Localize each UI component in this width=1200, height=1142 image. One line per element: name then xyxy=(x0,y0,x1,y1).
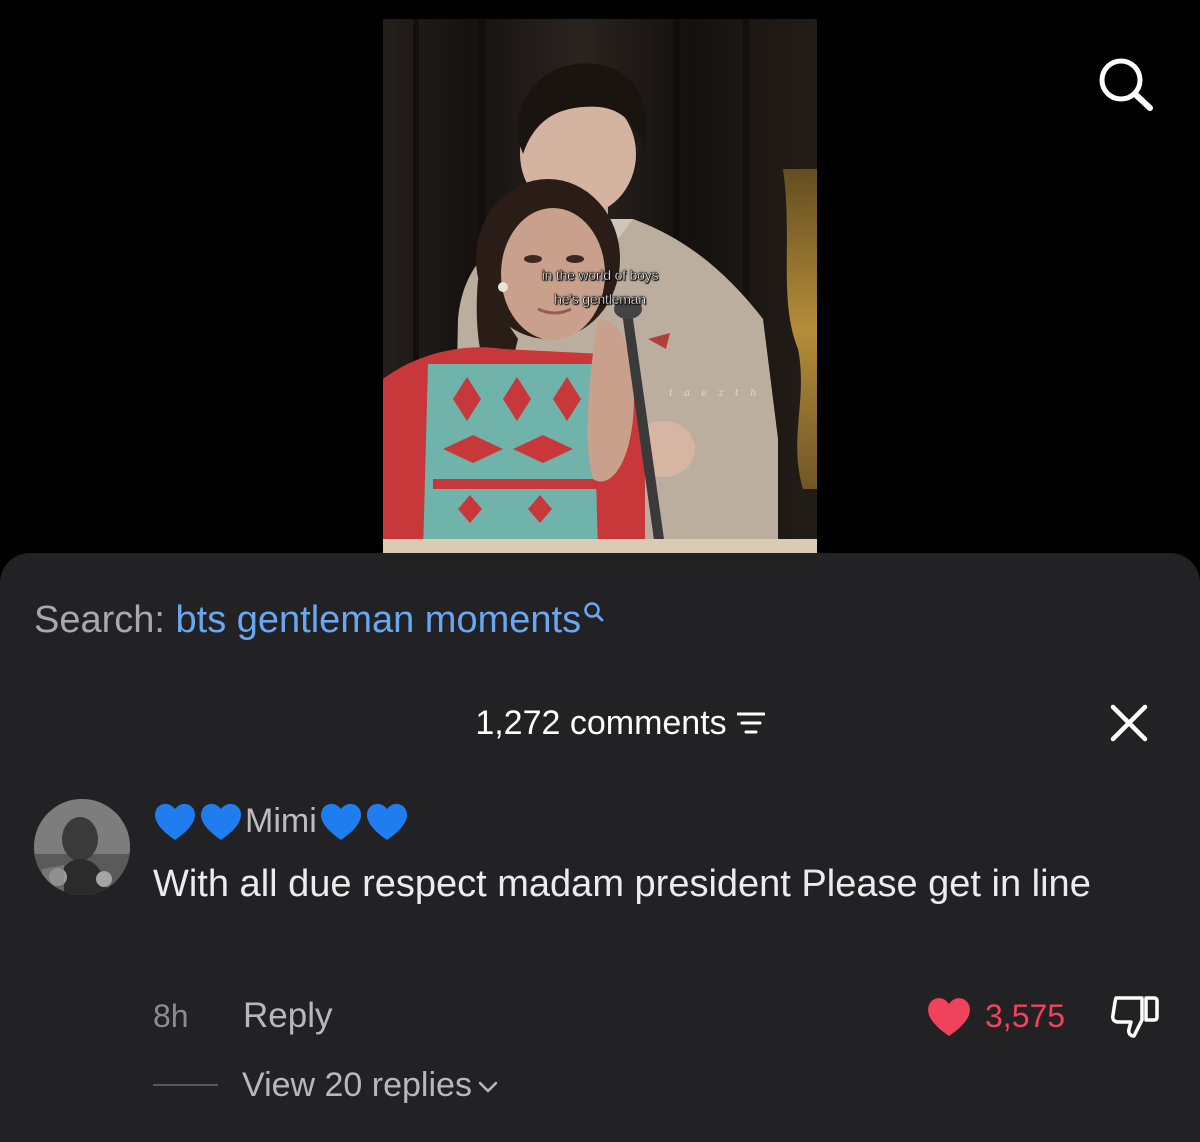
username-text: Mimi xyxy=(245,801,317,840)
comment-text: With all due respect madam president Ple… xyxy=(153,863,1091,905)
search-suggestion-term[interactable]: bts gentleman moments xyxy=(176,599,582,641)
blue-heart-icon xyxy=(200,803,242,840)
blue-heart-icon xyxy=(154,803,196,840)
avatar[interactable] xyxy=(34,799,130,895)
view-replies-button[interactable]: View 20 replies xyxy=(153,1060,498,1110)
video-caption-line-1: in the world of boys xyxy=(541,267,659,283)
video-caption-line-2: he's gentleman xyxy=(554,291,646,307)
blue-heart-icon xyxy=(366,803,407,840)
search-suggestion[interactable]: Search: bts gentleman moments xyxy=(34,595,605,645)
like-button[interactable]: 3,575 xyxy=(925,991,1065,1041)
app-screen: in the world of boys he's gentleman t a … xyxy=(0,0,1200,1142)
blue-heart-icon xyxy=(320,803,361,840)
comment-time: 8h xyxy=(153,997,189,1034)
comments-count: 1,272 comments xyxy=(475,704,727,742)
video-watermark: t a e z t h xyxy=(669,388,761,399)
comments-sheet: Search: bts gentleman moments 1,272 comm… xyxy=(0,553,1200,1142)
dislike-button[interactable] xyxy=(1110,994,1160,1040)
view-replies-label: View 20 replies xyxy=(242,1065,472,1104)
comment-username[interactable]: Mimi xyxy=(152,799,410,843)
search-icon xyxy=(1099,58,1153,111)
video-player[interactable]: in the world of boys he's gentleman t a … xyxy=(383,19,817,553)
comment-meta: 8h Reply xyxy=(153,991,332,1041)
search-suggestion-prefix: Search: xyxy=(34,599,165,641)
close-icon xyxy=(1110,704,1148,742)
like-count: 3,575 xyxy=(985,997,1066,1034)
replies-divider xyxy=(153,1084,218,1086)
comments-header[interactable]: 1,272 comments xyxy=(0,701,1200,745)
search-button[interactable] xyxy=(1095,56,1155,112)
heart-icon xyxy=(928,998,970,1036)
search-icon xyxy=(584,602,604,622)
close-button[interactable] xyxy=(1108,702,1150,744)
avatar-image xyxy=(34,799,130,895)
filter-lines-icon[interactable] xyxy=(736,711,766,735)
reply-button[interactable]: Reply xyxy=(243,996,332,1036)
thumbs-down-icon xyxy=(1111,996,1159,1038)
chevron-down-icon xyxy=(478,1081,498,1093)
